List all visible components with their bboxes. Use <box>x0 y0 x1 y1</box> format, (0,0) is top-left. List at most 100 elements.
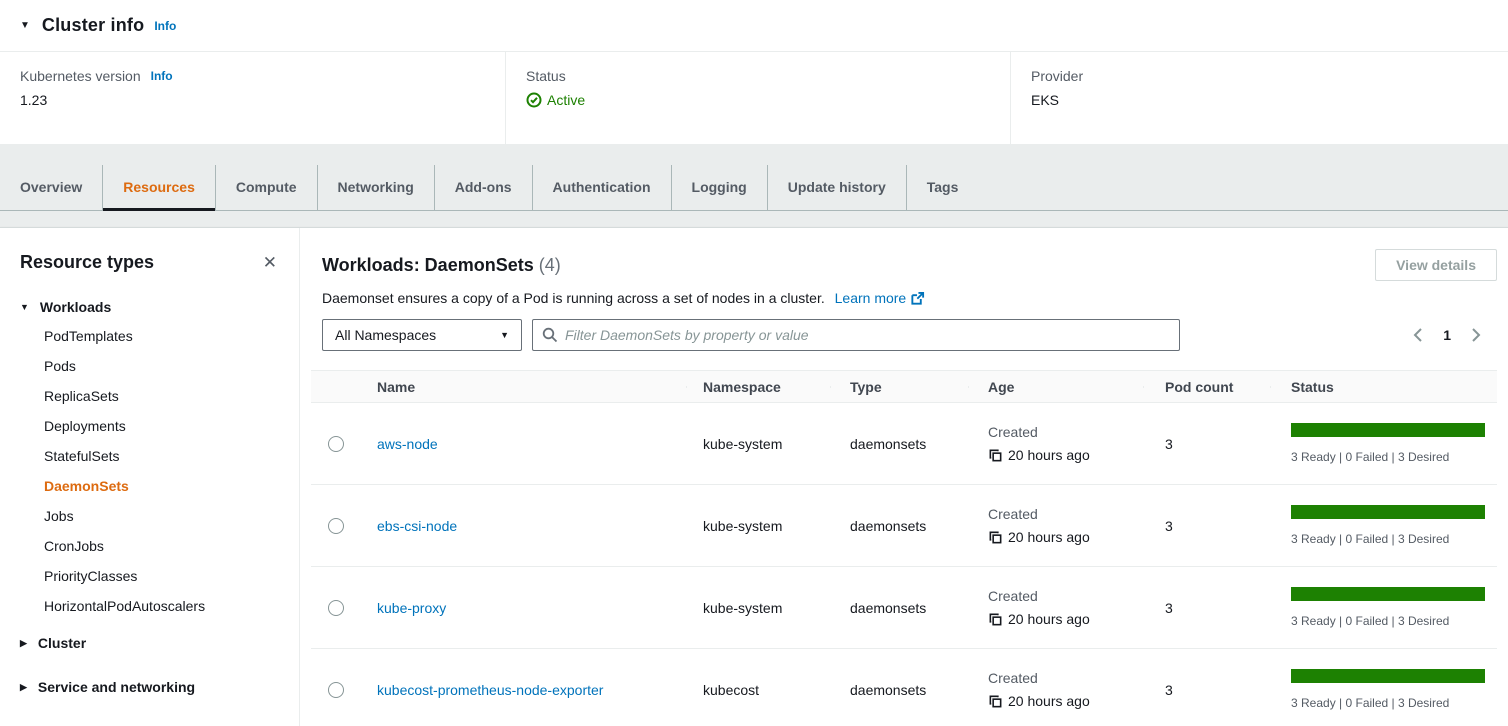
sidebar-item-pods[interactable]: Pods <box>44 351 279 381</box>
resource-types-tree: ▼ Workloads PodTemplates Pods ReplicaSet… <box>20 299 279 695</box>
sidebar-section-workloads[interactable]: ▼ Workloads <box>20 299 279 315</box>
sidebar-section-service-networking[interactable]: ▶ Service and networking <box>20 679 279 695</box>
tab-add-ons[interactable]: Add-ons <box>434 165 532 210</box>
tab-update-history[interactable]: Update history <box>767 165 906 210</box>
tab-tags[interactable]: Tags <box>906 165 979 210</box>
daemonset-name-link[interactable]: kubecost-prometheus-node-exporter <box>377 682 603 698</box>
next-page-icon[interactable] <box>1467 325 1485 345</box>
namespace-cell: kube-system <box>686 436 830 452</box>
collapse-triangle-icon[interactable]: ▼ <box>20 20 30 31</box>
status-label: Status <box>526 68 566 84</box>
provider-value: EKS <box>1031 92 1488 108</box>
row-radio-button[interactable] <box>328 600 344 616</box>
table-row: aws-node kube-system daemonsets Created … <box>311 403 1497 485</box>
row-radio-button[interactable] <box>328 436 344 452</box>
description-text: Daemonset ensures a copy of a Pod is run… <box>322 290 825 306</box>
status-progress-bar <box>1291 423 1485 437</box>
sidebar-item-deployments[interactable]: Deployments <box>44 411 279 441</box>
tab-authentication[interactable]: Authentication <box>532 165 671 210</box>
status-progress-bar <box>1291 505 1485 519</box>
daemonset-name-link[interactable]: aws-node <box>377 436 438 452</box>
column-header-name: Name <box>360 379 686 395</box>
namespace-cell: kube-system <box>686 518 830 534</box>
age-cell: Created 20 hours ago <box>968 506 1143 545</box>
sidebar-item-cronjobs[interactable]: CronJobs <box>44 531 279 561</box>
sidebar-section-cluster[interactable]: ▶ Cluster <box>20 635 279 651</box>
service-networking-section-label: Service and networking <box>38 679 195 695</box>
pagination: 1 <box>1409 325 1497 345</box>
close-icon[interactable]: ✕ <box>261 252 279 273</box>
cluster-info-info-link[interactable]: Info <box>154 19 176 33</box>
pod-count-cell: 3 <box>1143 682 1270 698</box>
sidebar-item-statefulsets[interactable]: StatefulSets <box>44 441 279 471</box>
page-title: Workloads: DaemonSets (4) <box>322 255 561 276</box>
learn-more-link[interactable]: Learn more <box>835 290 926 306</box>
tab-resources[interactable]: Resources <box>102 165 215 210</box>
age-created-label: Created <box>988 670 1143 686</box>
caret-down-icon: ▼ <box>500 330 509 340</box>
sidebar-item-horizontalpodautoscalers[interactable]: HorizontalPodAutoscalers <box>44 591 279 621</box>
age-value: 20 hours ago <box>1008 447 1090 463</box>
age-cell: Created 20 hours ago <box>968 424 1143 463</box>
status-cell: 3 Ready | 0 Failed | 3 Desired <box>1270 587 1497 628</box>
sidebar-item-daemonsets[interactable]: DaemonSets <box>44 471 279 501</box>
column-header-pod-count: Pod count <box>1143 379 1270 395</box>
sidebar-item-replicasets[interactable]: ReplicaSets <box>44 381 279 411</box>
page-title-text: Workloads: DaemonSets <box>322 255 534 275</box>
status-check-icon <box>526 92 542 108</box>
type-cell: daemonsets <box>830 518 968 534</box>
copy-icon[interactable] <box>988 694 1003 709</box>
status-summary: 3 Ready | 0 Failed | 3 Desired <box>1291 450 1485 464</box>
age-created-label: Created <box>988 424 1143 440</box>
status-cell: 3 Ready | 0 Failed | 3 Desired <box>1270 669 1497 710</box>
tab-bar: Overview Resources Compute Networking Ad… <box>0 165 1508 211</box>
sidebar-item-jobs[interactable]: Jobs <box>44 501 279 531</box>
tab-networking[interactable]: Networking <box>317 165 434 210</box>
workloads-section-label: Workloads <box>40 299 111 315</box>
triangle-down-icon: ▼ <box>20 302 29 312</box>
kubernetes-version-column: Kubernetes version Info 1.23 <box>0 52 505 144</box>
daemonset-name-link[interactable]: ebs-csi-node <box>377 518 457 534</box>
cluster-section-label: Cluster <box>38 635 86 651</box>
cluster-info-header: ▼ Cluster info Info <box>0 0 1508 52</box>
sidebar-item-podtemplates[interactable]: PodTemplates <box>44 321 279 351</box>
daemonset-description: Daemonset ensures a copy of a Pod is run… <box>311 290 1497 306</box>
view-details-button[interactable]: View details <box>1375 249 1497 281</box>
status-summary: 3 Ready | 0 Failed | 3 Desired <box>1291 614 1485 628</box>
table-row: ebs-csi-node kube-system daemonsets Crea… <box>311 485 1497 567</box>
copy-icon[interactable] <box>988 612 1003 627</box>
kubernetes-version-info-link[interactable]: Info <box>151 69 173 83</box>
table-header-row: Name Namespace Type Age Pod count Status <box>311 370 1497 403</box>
status-cell: 3 Ready | 0 Failed | 3 Desired <box>1270 505 1497 546</box>
sidebar-item-priorityclasses[interactable]: PriorityClasses <box>44 561 279 591</box>
filter-input[interactable] <box>565 327 1170 343</box>
age-value: 20 hours ago <box>1008 529 1090 545</box>
tab-logging[interactable]: Logging <box>671 165 767 210</box>
age-created-label: Created <box>988 506 1143 522</box>
provider-column: Provider EKS <box>1010 52 1508 144</box>
status-progress-bar <box>1291 669 1485 683</box>
tab-overview[interactable]: Overview <box>0 165 102 210</box>
resource-types-sidebar: Resource types ✕ ▼ Workloads PodTemplate… <box>0 228 300 726</box>
age-value: 20 hours ago <box>1008 693 1090 709</box>
pod-count-cell: 3 <box>1143 518 1270 534</box>
daemonset-name-link[interactable]: kube-proxy <box>377 600 446 616</box>
daemonsets-table: Name Namespace Type Age Pod count Status… <box>311 370 1497 726</box>
row-radio-button[interactable] <box>328 682 344 698</box>
status-summary: 3 Ready | 0 Failed | 3 Desired <box>1291 696 1485 710</box>
status-summary: 3 Ready | 0 Failed | 3 Desired <box>1291 532 1485 546</box>
age-cell: Created 20 hours ago <box>968 670 1143 709</box>
tab-compute[interactable]: Compute <box>215 165 317 210</box>
namespace-select[interactable]: All Namespaces ▼ <box>322 319 522 351</box>
previous-page-icon[interactable] <box>1409 325 1427 345</box>
page-number[interactable]: 1 <box>1443 327 1451 343</box>
copy-icon[interactable] <box>988 448 1003 463</box>
namespace-cell: kube-system <box>686 600 830 616</box>
age-created-label: Created <box>988 588 1143 604</box>
filter-box <box>532 319 1180 351</box>
row-radio-button[interactable] <box>328 518 344 534</box>
table-row: kube-proxy kube-system daemonsets Create… <box>311 567 1497 649</box>
search-icon <box>542 327 558 343</box>
copy-icon[interactable] <box>988 530 1003 545</box>
type-cell: daemonsets <box>830 436 968 452</box>
